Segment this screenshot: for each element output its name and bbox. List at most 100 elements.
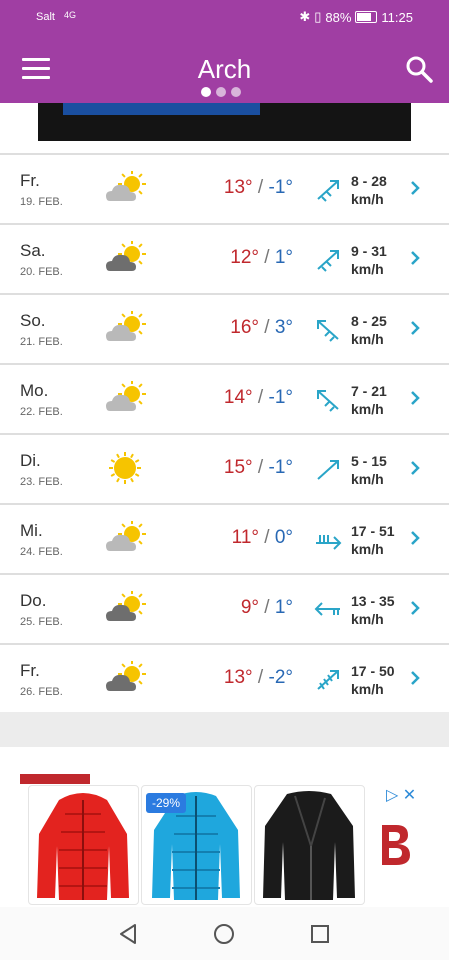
date-label: 24. FEB. [20, 546, 63, 558]
wind-speed: 7 - 21 km/h [351, 382, 387, 418]
chevron-right-icon[interactable] [409, 528, 421, 548]
wind-unit: km/h [351, 331, 384, 347]
forecast-row[interactable]: Fr. 26. FEB. 13° / -2° 17 - 50 km/h [0, 643, 449, 715]
day-label: Mo. [20, 381, 49, 400]
temp-low: 3° [274, 317, 293, 338]
day-label: Di. [20, 451, 41, 470]
wind-unit: km/h [351, 191, 384, 207]
wind-range: 17 - 51 [351, 523, 395, 539]
temperature: 15° / -1° [223, 457, 294, 478]
date-label: 20. FEB. [20, 266, 63, 278]
wind-direction-icon [317, 460, 339, 480]
forecast-row[interactable]: Fr. 19. FEB. 13° / -1° 8 - 28 km/h [0, 153, 449, 223]
wind-unit: km/h [351, 611, 384, 627]
app-bar: Salt 4G ✱ ▯ 88% 11:25 Arch [0, 0, 449, 103]
ad-area[interactable]: -29% ▷ ✕ [0, 747, 449, 907]
weather-icon [106, 311, 146, 341]
wind-range: 8 - 28 [351, 173, 387, 189]
chevron-right-icon[interactable] [409, 598, 421, 618]
chevron-right-icon[interactable] [409, 248, 421, 268]
day-label: Sa. [20, 241, 46, 260]
temp-high: 13° [223, 177, 253, 198]
page-title: Arch [197, 54, 252, 84]
wind-unit: km/h [351, 471, 384, 487]
ad-product-blue-jacket[interactable]: -29% [141, 785, 252, 905]
forecast-row[interactable]: Mi. 24. FEB. 11° / 0° 17 - 51 km/h [0, 503, 449, 573]
search-icon [406, 56, 433, 83]
discount-badge: -29% [146, 793, 187, 813]
wind-range: 13 - 35 [351, 593, 395, 609]
ad-tag [20, 774, 90, 784]
temperature: 11° / 0° [231, 527, 293, 548]
temperature: 16° / 3° [230, 317, 293, 338]
chevron-right-icon[interactable] [409, 668, 421, 688]
wind-speed: 5 - 15 km/h [351, 452, 387, 488]
day-label: Fr. [20, 171, 40, 190]
date-label: 21. FEB. [20, 336, 63, 348]
temp-high: 13° [223, 667, 253, 688]
wind-range: 9 - 31 [351, 243, 387, 259]
home-icon[interactable] [213, 923, 235, 945]
leather-jacket-image [263, 791, 355, 900]
status-bar: Salt 4G ✱ ▯ 88% 11:25 [0, 0, 449, 34]
temperature: 13° / -2° [223, 667, 293, 688]
wind-speed: 17 - 50 km/h [351, 662, 395, 698]
recents-icon[interactable] [310, 924, 330, 944]
temp-high: 14° [223, 387, 253, 408]
wind-direction-icon [317, 250, 339, 272]
weather-icon [106, 661, 146, 691]
chevron-right-icon[interactable] [409, 178, 421, 198]
forecast-row[interactable]: Mo. 22. FEB. 14° / -1° 7 - 21 km/h [0, 363, 449, 433]
date-label: 22. FEB. [20, 406, 63, 418]
date-label: 25. FEB. [20, 616, 63, 628]
forecast-row[interactable]: Sa. 20. FEB. 12° / 1° 9 - 31 km/h [0, 223, 449, 293]
temp-low: -1° [268, 387, 294, 408]
date-label: 19. FEB. [20, 196, 63, 208]
weather-icon [106, 241, 146, 271]
ad-product-red-jacket[interactable] [28, 785, 139, 905]
brand-logo [382, 825, 410, 865]
temperature: 14° / -1° [223, 387, 294, 408]
wind-direction-icon [317, 670, 339, 690]
chevron-right-icon[interactable] [409, 318, 421, 338]
forecast-row[interactable]: Do. 25. FEB. 9° / 1° 13 - 35 km/h [0, 573, 449, 643]
weather-icon [106, 591, 146, 621]
temp-low: 1° [274, 247, 293, 268]
day-label: Do. [20, 591, 47, 610]
date-label: 23. FEB. [20, 476, 63, 488]
network-label: 4G [64, 10, 77, 20]
wind-direction-icon [317, 180, 339, 202]
wind-speed: 8 - 25 km/h [351, 312, 387, 348]
date-label: 26. FEB. [20, 686, 63, 698]
wind-direction-icon [316, 535, 342, 550]
adchoices-icon[interactable]: ▷ ✕ [386, 785, 416, 805]
wind-range: 8 - 25 [351, 313, 387, 329]
carrier-label: Salt [36, 11, 55, 23]
wind-unit: km/h [351, 541, 384, 557]
forecast-list: Fr. 19. FEB. 13° / -1° 8 - 28 km/h Sa. 20… [0, 153, 449, 715]
day-label: Fr. [20, 661, 40, 680]
forecast-row[interactable]: Di. 23. FEB. 15° / -1° 5 - 15 km/h [0, 433, 449, 503]
temperature: 12° / 1° [230, 247, 293, 268]
forecast-row[interactable]: So. 21. FEB. 16° / 3° 8 - 25 km/h [0, 293, 449, 363]
clock: 11:25 [381, 9, 413, 25]
wind-range: 5 - 15 [351, 453, 387, 469]
temp-high: 15° [223, 457, 253, 478]
wind-speed: 8 - 28 km/h [351, 172, 387, 208]
page-indicator [201, 87, 241, 97]
chevron-right-icon[interactable] [409, 458, 421, 478]
system-nav-bar [0, 907, 449, 960]
ad-banner-top[interactable] [38, 103, 411, 141]
chevron-right-icon[interactable] [409, 388, 421, 408]
temp-low: -1° [268, 457, 294, 478]
wind-range: 7 - 21 [351, 383, 387, 399]
wind-speed: 13 - 35 km/h [351, 592, 395, 628]
temp-high: 11° [231, 527, 259, 548]
wind-range: 17 - 50 [351, 663, 395, 679]
ad-product-leather-jacket[interactable] [254, 785, 365, 905]
back-icon[interactable] [118, 923, 138, 945]
weather-icon [106, 171, 146, 201]
search-button[interactable] [404, 54, 434, 84]
wind-direction-icon [317, 320, 339, 342]
wind-direction-icon [314, 602, 340, 616]
